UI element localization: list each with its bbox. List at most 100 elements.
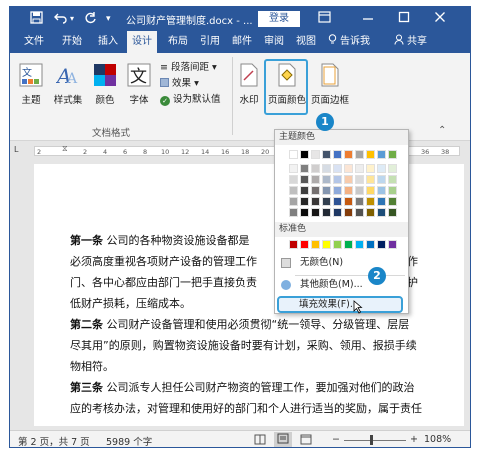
standard-color-swatch[interactable] <box>388 240 397 249</box>
customize-toolbar-icon[interactable]: ▾ <box>106 11 111 27</box>
theme-color-swatch[interactable] <box>311 175 320 184</box>
theme-color-swatch[interactable] <box>366 186 375 195</box>
theme-color-swatch[interactable] <box>355 150 364 159</box>
theme-color-swatch[interactable] <box>344 175 353 184</box>
theme-color-swatch[interactable] <box>344 186 353 195</box>
theme-color-swatch[interactable] <box>366 208 375 217</box>
print-layout-icon[interactable] <box>274 432 292 447</box>
maximize-icon[interactable] <box>398 11 410 27</box>
theme-color-swatch[interactable] <box>333 197 342 206</box>
theme-color-swatch[interactable] <box>366 197 375 206</box>
theme-color-swatch[interactable] <box>366 150 375 159</box>
page-border-button[interactable]: 页面边框 <box>310 63 350 106</box>
tab-home[interactable]: 开始 <box>62 31 82 53</box>
theme-color-swatch[interactable] <box>311 150 320 159</box>
standard-color-swatch[interactable] <box>300 240 309 249</box>
undo-icon[interactable] <box>54 11 68 28</box>
theme-color-swatch[interactable] <box>377 186 386 195</box>
close-icon[interactable] <box>434 11 446 27</box>
fill-effects-option[interactable]: 填充效果(F)... <box>277 296 403 313</box>
paragraph-spacing-button[interactable]: ≡ 段落间距 ▾ <box>160 61 217 74</box>
theme-color-swatch[interactable] <box>322 164 331 173</box>
theme-button[interactable]: 文 主题 <box>16 63 46 106</box>
theme-color-swatch[interactable] <box>311 208 320 217</box>
theme-color-swatch[interactable] <box>377 175 386 184</box>
zoom-out-icon[interactable]: − <box>332 434 340 445</box>
theme-color-swatch[interactable] <box>377 150 386 159</box>
theme-color-swatch[interactable] <box>344 208 353 217</box>
standard-color-swatch[interactable] <box>311 240 320 249</box>
login-button[interactable]: 登录 <box>258 11 300 27</box>
theme-color-swatch[interactable] <box>322 197 331 206</box>
minimize-icon[interactable] <box>362 11 374 27</box>
theme-color-swatch[interactable] <box>300 164 309 173</box>
theme-color-swatch[interactable] <box>289 150 298 159</box>
share-button[interactable]: 共享 <box>407 31 427 53</box>
ribbon-display-icon[interactable] <box>318 11 331 27</box>
standard-color-swatch[interactable] <box>333 240 342 249</box>
zoom-level[interactable]: 108% <box>424 434 451 445</box>
theme-color-swatch[interactable] <box>366 175 375 184</box>
theme-color-swatch[interactable] <box>333 186 342 195</box>
theme-color-swatch[interactable] <box>322 150 331 159</box>
lightbulb-icon[interactable] <box>328 31 337 53</box>
standard-color-swatch[interactable] <box>366 240 375 249</box>
theme-color-swatch[interactable] <box>289 164 298 173</box>
theme-color-swatch[interactable] <box>300 208 309 217</box>
more-colors-option[interactable]: 其他颜色(M)... <box>275 276 408 294</box>
standard-color-swatch[interactable] <box>355 240 364 249</box>
theme-color-swatch[interactable] <box>355 208 364 217</box>
theme-color-swatch[interactable] <box>355 197 364 206</box>
zoom-in-icon[interactable]: + <box>410 434 418 445</box>
theme-color-swatch[interactable] <box>355 186 364 195</box>
style-set-button[interactable]: AA 样式集 <box>50 63 86 106</box>
fonts-button[interactable]: 文 字体 <box>124 63 154 106</box>
theme-color-swatch[interactable] <box>311 164 320 173</box>
theme-color-swatch[interactable] <box>344 164 353 173</box>
theme-color-swatch[interactable] <box>289 186 298 195</box>
theme-color-swatch[interactable] <box>311 186 320 195</box>
theme-color-swatch[interactable] <box>300 150 309 159</box>
collapse-ribbon-icon[interactable]: ⌃ <box>438 125 446 136</box>
tab-view[interactable]: 视图 <box>296 31 316 53</box>
set-as-default-button[interactable]: ✓ 设为默认值 <box>160 93 221 106</box>
person-icon[interactable] <box>394 31 404 53</box>
page-count[interactable]: 第 2 页，共 7 页 <box>18 434 90 447</box>
theme-color-swatch[interactable] <box>355 175 364 184</box>
theme-color-swatch[interactable] <box>388 197 397 206</box>
theme-color-swatch[interactable] <box>289 208 298 217</box>
theme-color-swatch[interactable] <box>300 175 309 184</box>
theme-color-swatch[interactable] <box>344 150 353 159</box>
undo-dropdown-icon[interactable]: ▾ <box>70 11 74 27</box>
theme-color-swatch[interactable] <box>377 164 386 173</box>
standard-color-swatch[interactable] <box>289 240 298 249</box>
theme-color-swatch[interactable] <box>333 175 342 184</box>
standard-color-swatch[interactable] <box>344 240 353 249</box>
tab-references[interactable]: 引用 <box>200 31 220 53</box>
theme-color-swatch[interactable] <box>289 175 298 184</box>
redo-icon[interactable] <box>84 11 97 28</box>
tab-mailings[interactable]: 邮件 <box>232 31 252 53</box>
theme-color-swatch[interactable] <box>388 208 397 217</box>
zoom-slider-thumb[interactable] <box>370 435 373 445</box>
theme-color-swatch[interactable] <box>300 197 309 206</box>
theme-color-swatch[interactable] <box>388 150 397 159</box>
theme-color-swatch[interactable] <box>311 197 320 206</box>
theme-color-swatch[interactable] <box>333 208 342 217</box>
indent-marker-icon[interactable]: ⧖ <box>62 144 68 154</box>
standard-color-swatch[interactable] <box>377 240 386 249</box>
effects-button[interactable]: 效果 ▾ <box>160 77 199 90</box>
theme-color-swatch[interactable] <box>300 186 309 195</box>
theme-color-swatch[interactable] <box>377 208 386 217</box>
theme-color-swatch[interactable] <box>333 150 342 159</box>
theme-color-swatch[interactable] <box>322 175 331 184</box>
tab-design[interactable]: 设计 <box>127 31 157 53</box>
colors-button[interactable]: 颜色 <box>90 63 120 106</box>
watermark-button[interactable]: 水印 <box>236 63 262 106</box>
read-mode-icon[interactable] <box>254 434 266 447</box>
zoom-slider[interactable] <box>344 440 406 441</box>
web-layout-icon[interactable] <box>300 434 312 447</box>
theme-color-swatch[interactable] <box>322 186 331 195</box>
save-icon[interactable] <box>30 11 43 28</box>
theme-color-swatch[interactable] <box>289 197 298 206</box>
